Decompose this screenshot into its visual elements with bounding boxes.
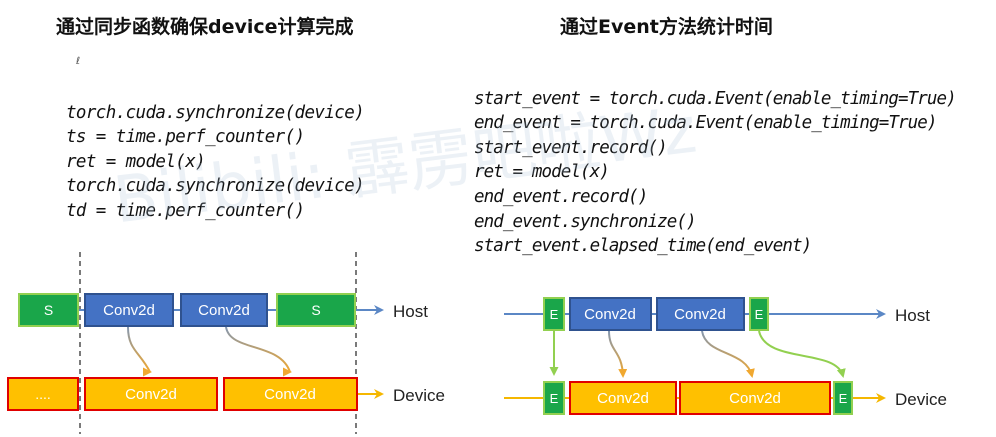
block-label: .... — [35, 386, 51, 402]
left-host-block-sync-start: S — [18, 293, 79, 327]
right-host-block-conv2: Conv2d — [656, 297, 745, 331]
left-launch-curve-2 — [225, 326, 291, 373]
block-label: S — [44, 302, 53, 318]
block-label: Conv2d — [674, 306, 726, 323]
left-host-block-conv2: Conv2d — [180, 293, 268, 327]
right-host-block-conv1: Conv2d — [569, 297, 652, 331]
block-label: Conv2d — [729, 390, 781, 407]
block-label: E — [550, 307, 559, 322]
right-launch-curve-1 — [608, 330, 628, 378]
right-device-label: Device — [895, 390, 947, 409]
block-label: E — [755, 307, 764, 322]
block-label: Conv2d — [198, 302, 250, 319]
right-host-event-start: E — [543, 297, 565, 331]
block-label: E — [839, 391, 848, 406]
timeline-diagram: S Conv2d Conv2d S Host .... Conv2d Conv2… — [7, 252, 947, 434]
left-device-block-conv2: Conv2d — [223, 377, 358, 411]
left-host-block-sync-end: S — [276, 293, 356, 327]
right-device-block-conv1: Conv2d — [569, 381, 677, 415]
left-launch-curve-1 — [127, 326, 151, 373]
right-device-block-conv2: Conv2d — [679, 381, 831, 415]
block-label: Conv2d — [125, 386, 177, 403]
right-launch-curve-2 — [701, 330, 755, 378]
block-label: Conv2d — [584, 306, 636, 323]
left-device-block-pending: .... — [7, 377, 79, 411]
block-label: E — [550, 391, 559, 406]
left-host-block-conv1: Conv2d — [84, 293, 174, 327]
right-device-event-end: E — [833, 381, 853, 415]
block-label: Conv2d — [597, 390, 649, 407]
block-label: Conv2d — [103, 302, 155, 319]
right-host-label: Host — [895, 306, 930, 325]
right-device-event-start: E — [543, 381, 565, 415]
block-label: Conv2d — [264, 386, 316, 403]
right-host-event-end: E — [749, 297, 769, 331]
left-device-block-conv1: Conv2d — [84, 377, 218, 411]
right-event-end-link — [758, 330, 846, 378]
block-label: S — [311, 302, 320, 318]
left-device-label: Device — [393, 386, 445, 405]
left-host-label: Host — [393, 302, 428, 321]
